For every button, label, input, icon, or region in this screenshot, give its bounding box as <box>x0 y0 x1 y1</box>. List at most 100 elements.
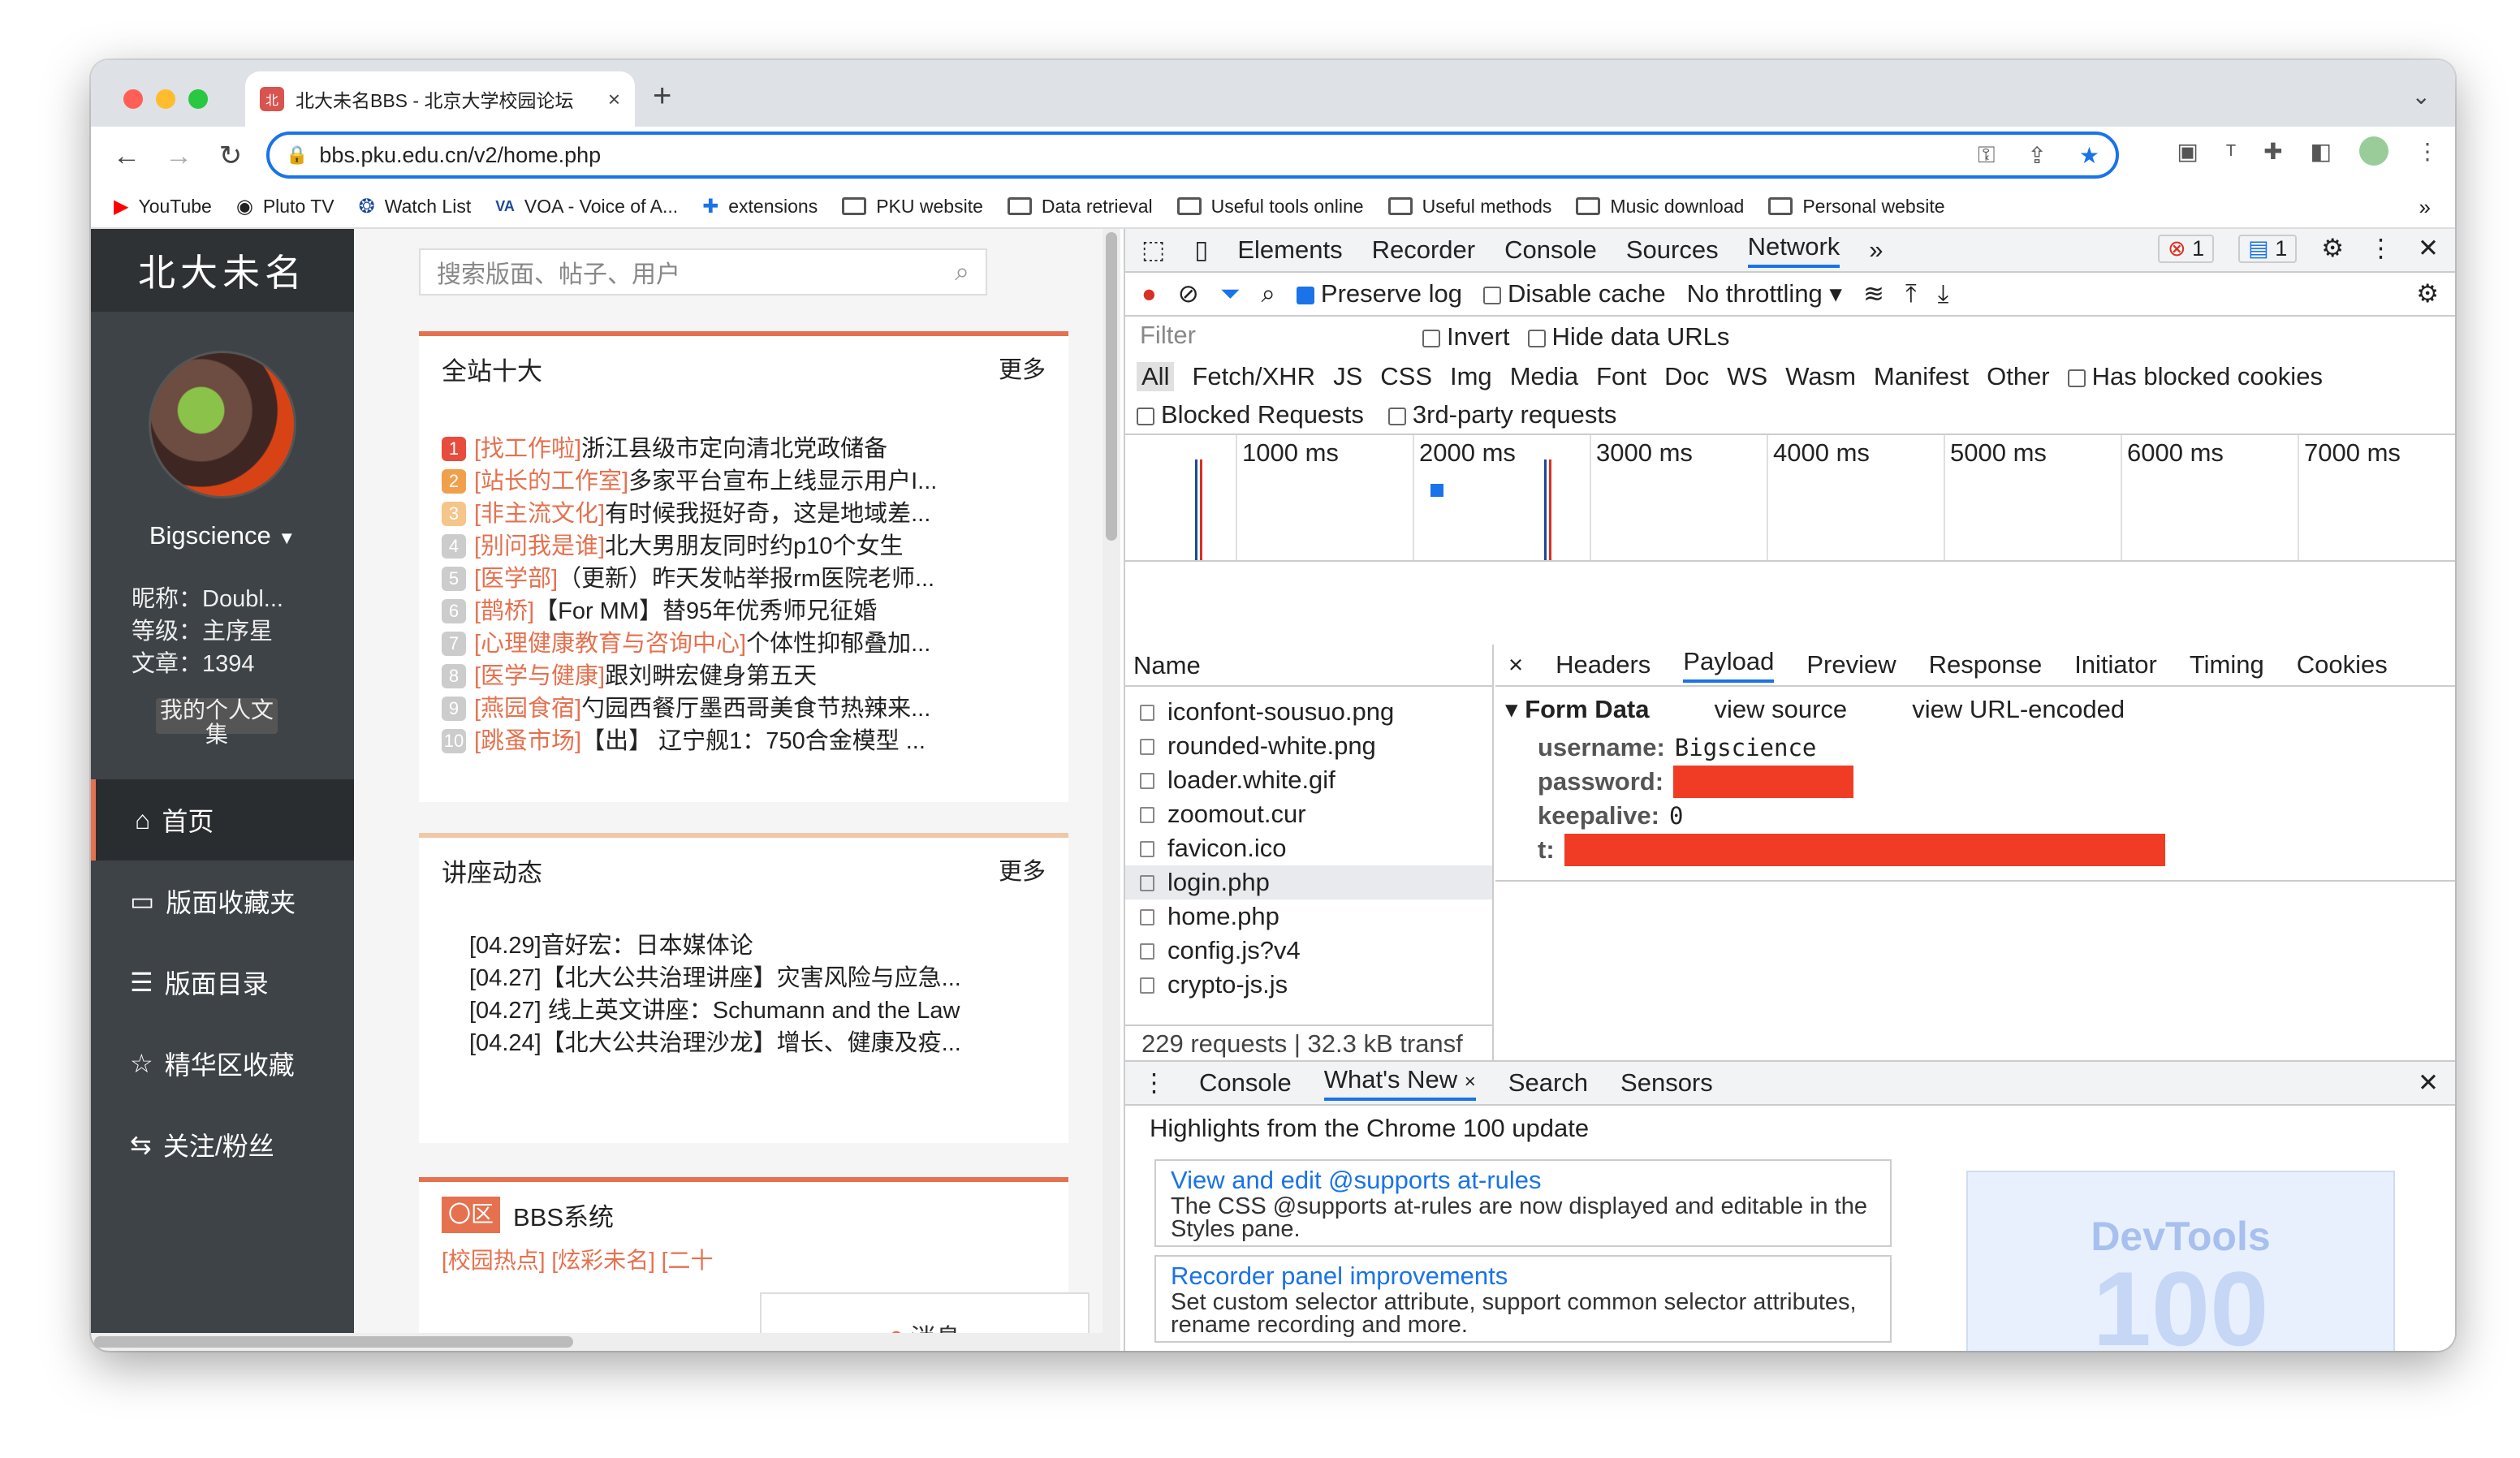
bookmark-star-icon[interactable]: ★ <box>2079 142 2099 169</box>
sidebar-item-directory[interactable]: ☰ 版面目录 <box>91 942 354 1023</box>
bookmarks-more-button[interactable]: » <box>2419 195 2431 220</box>
bookmark-methods[interactable]: Useful methods <box>1387 196 1551 218</box>
more-tabs-icon[interactable]: » <box>1869 235 1883 265</box>
post-title[interactable]: 个体性抑郁叠加... <box>746 628 930 660</box>
drawer-tab-whatsnew[interactable]: What's New × <box>1323 1065 1476 1101</box>
more-link[interactable]: 更多 <box>999 351 1046 387</box>
bookmark-personal[interactable]: Personal website <box>1768 196 1945 218</box>
request-row[interactable]: zoomout.cur <box>1125 797 1492 831</box>
bookmark-youtube[interactable]: ▶ YouTube <box>114 195 212 218</box>
tab-network[interactable]: Network <box>1747 232 1840 268</box>
request-row[interactable]: loader.white.gif <box>1125 763 1492 797</box>
type-filter-img[interactable]: Img <box>1450 362 1492 391</box>
record-icon[interactable]: ● <box>1141 279 1157 308</box>
new-tab-button[interactable]: + <box>653 78 671 114</box>
type-filter-doc[interactable]: Doc <box>1664 362 1709 391</box>
page-hscrollbar[interactable] <box>91 1333 1120 1351</box>
drawer-tab-search[interactable]: Search <box>1508 1068 1588 1098</box>
post-title[interactable]: （更新）昨天发帖举报rm医院老师... <box>558 563 934 595</box>
sidebar-item-follow[interactable]: ⇆ 关注/粉丝 <box>91 1104 354 1185</box>
top10-item[interactable]: 3 [非主流文化] 有时候我挺好奇，这是地域差... <box>442 498 1046 530</box>
page-scrollbar[interactable] <box>1102 229 1120 1351</box>
close-devtools-icon[interactable]: ✕ <box>2418 234 2439 263</box>
top10-item[interactable]: 9 [燕园食宿] 勺园西餐厅墨西哥美食节热辣来... <box>442 692 1046 725</box>
forward-icon[interactable]: → <box>153 140 205 172</box>
bookmark-pluto[interactable]: ◉ Pluto TV <box>236 195 334 218</box>
post-title[interactable]: 北大男朋友同时约p10个女生 <box>605 530 903 563</box>
view-source-link[interactable]: view source <box>1715 695 1848 724</box>
top10-item[interactable]: 4 [别问我是谁] 北大男朋友同时约p10个女生 <box>442 530 1046 563</box>
puzzle-icon[interactable]: ✚ <box>2263 138 2282 165</box>
bbs-sub-links[interactable]: [校园热点] [炫彩未名] [二十 <box>442 1243 1046 1275</box>
search-input[interactable]: 搜索版面、帖子、用户 ⌕ <box>419 248 987 295</box>
lecture-item[interactable]: [04.27]【北大公共治理讲座】灾害风险与应急... <box>469 962 1046 994</box>
bookmark-tools[interactable]: Useful tools online <box>1176 196 1364 218</box>
close-detail-icon[interactable]: × <box>1508 650 1523 679</box>
detail-tab-initiator[interactable]: Initiator <box>2074 650 2157 679</box>
top10-item[interactable]: 7 [心理健康教育与咨询中心] 个体性抑郁叠加... <box>442 628 1046 660</box>
type-filter-media[interactable]: Media <box>1510 362 1578 391</box>
disable-cache-checkbox[interactable]: Disable cache <box>1482 279 1666 308</box>
post-title[interactable]: 多家平台宣布上线显示用户I... <box>628 465 937 498</box>
bookmark-watchlist[interactable]: ❂ Watch List <box>359 195 472 218</box>
board-link[interactable]: [别问我是谁] <box>474 530 605 563</box>
minimize-window-button[interactable] <box>156 89 175 109</box>
menu-dots-icon[interactable]: ⋮ <box>2416 138 2439 165</box>
post-title[interactable]: 有时候我挺好奇，这是地域差... <box>605 498 930 530</box>
has-blocked-cookies-checkbox[interactable]: Has blocked cookies <box>2067 362 2323 391</box>
my-collection-button[interactable]: 我的个人文集 <box>156 698 278 747</box>
zoom-window-button[interactable] <box>188 89 208 109</box>
post-title[interactable]: 浙江县级市定向清北党政储备 <box>581 433 887 465</box>
top10-item[interactable]: 8 [医学与健康] 跟刘畊宏健身第五天 <box>442 660 1046 692</box>
settings-gear-icon[interactable]: ⚙ <box>2321 234 2344 263</box>
kebab-menu-icon[interactable]: ⋮ <box>2368 234 2393 263</box>
detail-tab-cookies[interactable]: Cookies <box>2297 650 2388 679</box>
drawer-tab-console[interactable]: Console <box>1199 1068 1292 1098</box>
type-filter-wasm[interactable]: Wasm <box>1785 362 1856 391</box>
tab-console[interactable]: Console <box>1504 235 1597 265</box>
detail-tab-response[interactable]: Response <box>1929 650 2043 679</box>
detail-tab-timing[interactable]: Timing <box>2190 650 2264 679</box>
post-title[interactable]: 勺园西餐厅墨西哥美食节热辣来... <box>581 692 930 725</box>
sidebar-item-home[interactable]: ⌂ 首页 <box>91 779 354 861</box>
type-filter-js[interactable]: JS <box>1333 362 1362 391</box>
request-row[interactable]: iconfont-sousuo.png <box>1125 695 1492 729</box>
sidepanel-icon[interactable]: ◧ <box>2311 138 2332 165</box>
inspect-icon[interactable]: ⬚ <box>1141 235 1165 265</box>
bookmark-data[interactable]: Data retrieval <box>1007 196 1153 218</box>
lecture-item[interactable]: [04.29]音好宏：日本媒体论 <box>469 930 1046 962</box>
tab-recorder[interactable]: Recorder <box>1372 235 1476 265</box>
close-drawer-icon[interactable]: ✕ <box>2418 1068 2439 1098</box>
type-filter-other[interactable]: Other <box>1987 362 2050 391</box>
detail-tab-payload[interactable]: Payload <box>1683 647 1775 683</box>
whatsnew-title[interactable]: Recorder panel improvements <box>1171 1262 1875 1291</box>
browser-tab[interactable]: 北 北大未名BBS - 北京大学校园论坛 × <box>245 71 635 127</box>
hide-data-urls-checkbox[interactable]: Hide data URLs <box>1527 322 1729 352</box>
username-menu[interactable]: Bigscience ▼ <box>91 521 354 550</box>
view-url-encoded-link[interactable]: view URL-encoded <box>1912 695 2125 724</box>
close-window-button[interactable] <box>123 89 143 109</box>
post-title[interactable]: 【For MM】替95年优秀师兄征婚 <box>534 595 877 628</box>
type-filter-fetch-xhr[interactable]: Fetch/XHR <box>1192 362 1315 391</box>
request-row[interactable]: config.js?v4 <box>1125 934 1492 968</box>
board-link[interactable]: [非主流文化] <box>474 498 605 530</box>
key-icon[interactable]: ⚿ <box>1978 142 1995 169</box>
avatar[interactable] <box>149 351 296 498</box>
device-icon[interactable]: ▯ <box>1194 235 1208 265</box>
top10-item[interactable]: 1 [找工作啦] 浙江县级市定向清北党政储备 <box>442 433 1046 465</box>
throttling-select[interactable]: No throttling ▾ <box>1687 279 1842 308</box>
board-link[interactable]: [跳蚤市场] <box>474 725 581 757</box>
type-filter-all[interactable]: All <box>1137 362 1175 391</box>
tab-elements[interactable]: Elements <box>1237 235 1342 265</box>
name-column-header[interactable]: Name <box>1125 645 1492 687</box>
back-icon[interactable]: ← <box>101 140 153 172</box>
address-bar[interactable]: 🔒 bbs.pku.edu.cn/v2/home.php ⚿ ⇪ ★ <box>266 132 2119 179</box>
import-icon[interactable]: ⤒ <box>1905 279 1917 309</box>
network-timeline[interactable]: 1000 ms 2000 ms 3000 ms 4000 ms 5000 ms 6000 … <box>1125 435 2455 562</box>
type-filter-css[interactable]: CSS <box>1380 362 1432 391</box>
preserve-log-checkbox[interactable]: Preserve log <box>1296 279 1462 308</box>
board-link[interactable]: [燕园食宿] <box>474 692 581 725</box>
search-icon[interactable]: ⌕ <box>1262 279 1275 309</box>
filter-icon[interactable]: ⏷ <box>1220 279 1241 309</box>
blocked-requests-checkbox[interactable]: Blocked Requests <box>1137 400 1364 429</box>
